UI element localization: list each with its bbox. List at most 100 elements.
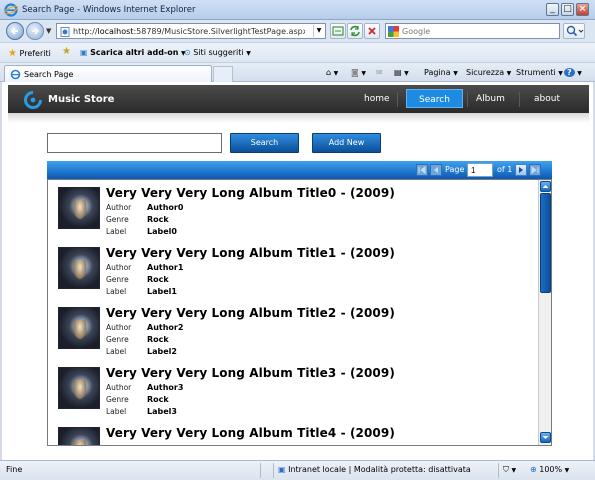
album-genre: Rock xyxy=(147,275,169,284)
refresh-icon xyxy=(350,25,360,37)
help-button[interactable]: ? ▼ xyxy=(564,68,582,77)
nav-home[interactable]: home xyxy=(364,94,390,104)
album-list-item[interactable]: Very Very Very Long Album Title0 - (2009… xyxy=(48,180,538,242)
nav-search[interactable]: Search xyxy=(406,89,463,108)
genre-label: Genre xyxy=(106,275,129,284)
album-title: Very Very Very Long Album Title2 - (2009… xyxy=(106,306,395,320)
add-new-button[interactable]: Add New xyxy=(312,133,381,153)
album-label: Label3 xyxy=(147,407,177,416)
label-label: Label xyxy=(106,287,127,296)
web-search-box[interactable]: Google xyxy=(385,23,560,39)
scroll-up-button[interactable] xyxy=(540,181,551,192)
zoom-button[interactable]: ⊕ 100% ▼ xyxy=(530,465,569,474)
address-dropdown-icon[interactable]: ▼ xyxy=(313,25,324,37)
next-page-icon xyxy=(519,167,523,173)
album-list-item[interactable]: Very Very Very Long Album Title3 - (2009… xyxy=(48,360,538,422)
album-list[interactable]: Very Very Very Long Album Title0 - (2009… xyxy=(47,179,552,446)
album-list-item[interactable]: Very Very Very Long Album Title4 - (2009… xyxy=(48,420,538,445)
scroll-down-button[interactable] xyxy=(540,432,551,443)
address-toolbar: ▼ http://localhost:58789/MusicStore.Silv… xyxy=(0,20,595,42)
stop-button[interactable] xyxy=(364,23,380,39)
history-dropdown-icon[interactable]: ▼ xyxy=(46,27,51,35)
add-favorite-icon[interactable]: ★ xyxy=(62,46,71,57)
new-tab-button[interactable] xyxy=(213,66,233,82)
author-label: Author xyxy=(106,203,132,212)
web-search-placeholder: Google xyxy=(402,27,431,36)
page-number-input[interactable] xyxy=(467,163,493,177)
album-author: Author3 xyxy=(147,383,184,392)
album-title: Very Very Very Long Album Title3 - (2009… xyxy=(106,366,395,380)
web-search-button[interactable] xyxy=(563,23,585,39)
nav-about[interactable]: about xyxy=(534,94,560,104)
get-addons-button[interactable]: ▣ Scarica altri add-on ▼ xyxy=(80,48,186,57)
album-author: Author2 xyxy=(147,323,184,332)
zoom-icon: ⊕ xyxy=(530,465,537,474)
app-header: Music Store home Search Album about xyxy=(8,85,589,113)
mail-icon: ✉ xyxy=(376,68,383,77)
page-count: of 1 xyxy=(497,165,513,174)
address-bar[interactable]: http://localhost:58789/MusicStore.Silver… xyxy=(56,23,326,39)
album-list-item[interactable]: Very Very Very Long Album Title2 - (2009… xyxy=(48,300,538,362)
tools-menu[interactable]: Strumenti ▼ xyxy=(516,68,563,77)
label-label: Label xyxy=(106,407,127,416)
forward-arrow-icon xyxy=(32,27,40,35)
feeds-button[interactable]: ◙ ▼ xyxy=(351,68,366,77)
refresh-button[interactable] xyxy=(347,23,363,39)
favorites-button[interactable]: ★ Preferiti xyxy=(8,48,51,59)
label-label: Label xyxy=(106,227,127,236)
favorites-bar: ★ Preferiti ★ ▣ Scarica altri add-on ▼ ⊙… xyxy=(0,42,595,62)
first-page-button[interactable] xyxy=(416,164,428,176)
back-arrow-icon xyxy=(10,27,18,35)
compatibility-view-button[interactable] xyxy=(330,23,346,39)
album-list-item[interactable]: Very Very Very Long Album Title1 - (2009… xyxy=(48,240,538,302)
page-menu[interactable]: Pagina ▼ xyxy=(424,68,458,77)
label-label: Label xyxy=(106,347,127,356)
rss-icon: ◙ xyxy=(351,68,359,77)
window-title-bar[interactable]: Search Page - Windows Internet Explorer … xyxy=(0,0,595,20)
print-button[interactable]: ▤ ▼ xyxy=(394,68,409,77)
security-zone[interactable]: ▣ Intranet locale | Modalità protetta: d… xyxy=(278,465,471,474)
scroll-down-icon xyxy=(542,436,549,439)
nav-separator xyxy=(519,92,520,107)
search-button[interactable]: Search xyxy=(230,133,299,153)
music-store-logo-icon xyxy=(24,91,42,109)
maximize-button[interactable]: □ xyxy=(561,3,574,16)
album-list-scrollbar[interactable] xyxy=(538,180,551,445)
protected-mode-button[interactable]: ⛉ ▼ xyxy=(503,465,516,475)
google-logo-icon xyxy=(388,26,399,37)
genre-label: Genre xyxy=(106,395,129,404)
next-page-button[interactable] xyxy=(515,164,527,176)
album-title: Very Very Very Long Album Title0 - (2009… xyxy=(106,186,395,200)
status-separator xyxy=(260,463,261,478)
security-menu[interactable]: Sicurezza ▼ xyxy=(466,68,511,77)
status-bar: Fine ▣ Intranet locale | Modalità protet… xyxy=(0,460,595,480)
forward-button[interactable] xyxy=(26,22,44,40)
scroll-up-icon xyxy=(542,185,549,188)
album-cover-image xyxy=(58,187,100,229)
previous-page-button[interactable] xyxy=(430,164,442,176)
scroll-thumb[interactable] xyxy=(540,193,551,293)
page-icon xyxy=(60,27,70,37)
last-page-button[interactable] xyxy=(529,164,541,176)
star-icon: ★ xyxy=(8,48,17,59)
album-genre: Rock xyxy=(147,395,169,404)
back-button[interactable] xyxy=(6,22,24,40)
author-label: Author xyxy=(106,383,132,392)
album-cover-image xyxy=(58,307,100,349)
help-icon: ? xyxy=(564,68,575,77)
read-mail-button[interactable]: ✉ xyxy=(376,68,383,77)
nav-separator xyxy=(467,92,468,107)
last-page-icon xyxy=(531,166,539,174)
album-search-input[interactable] xyxy=(47,133,222,153)
close-window-button[interactable]: × xyxy=(576,3,589,16)
home-button[interactable]: ⌂ ▼ xyxy=(326,68,338,77)
tab-search-page[interactable]: Search Page xyxy=(4,65,212,83)
suggested-sites-button[interactable]: ⊙ Siti suggeriti ▼ xyxy=(184,48,251,57)
album-cover-image xyxy=(58,247,100,289)
album-cover-image xyxy=(58,367,100,409)
nav-album[interactable]: Album xyxy=(476,94,505,104)
nav-separator xyxy=(397,92,398,107)
status-separator xyxy=(498,463,499,478)
minimize-button[interactable]: _ xyxy=(546,3,559,16)
status-text: Fine xyxy=(6,465,23,474)
